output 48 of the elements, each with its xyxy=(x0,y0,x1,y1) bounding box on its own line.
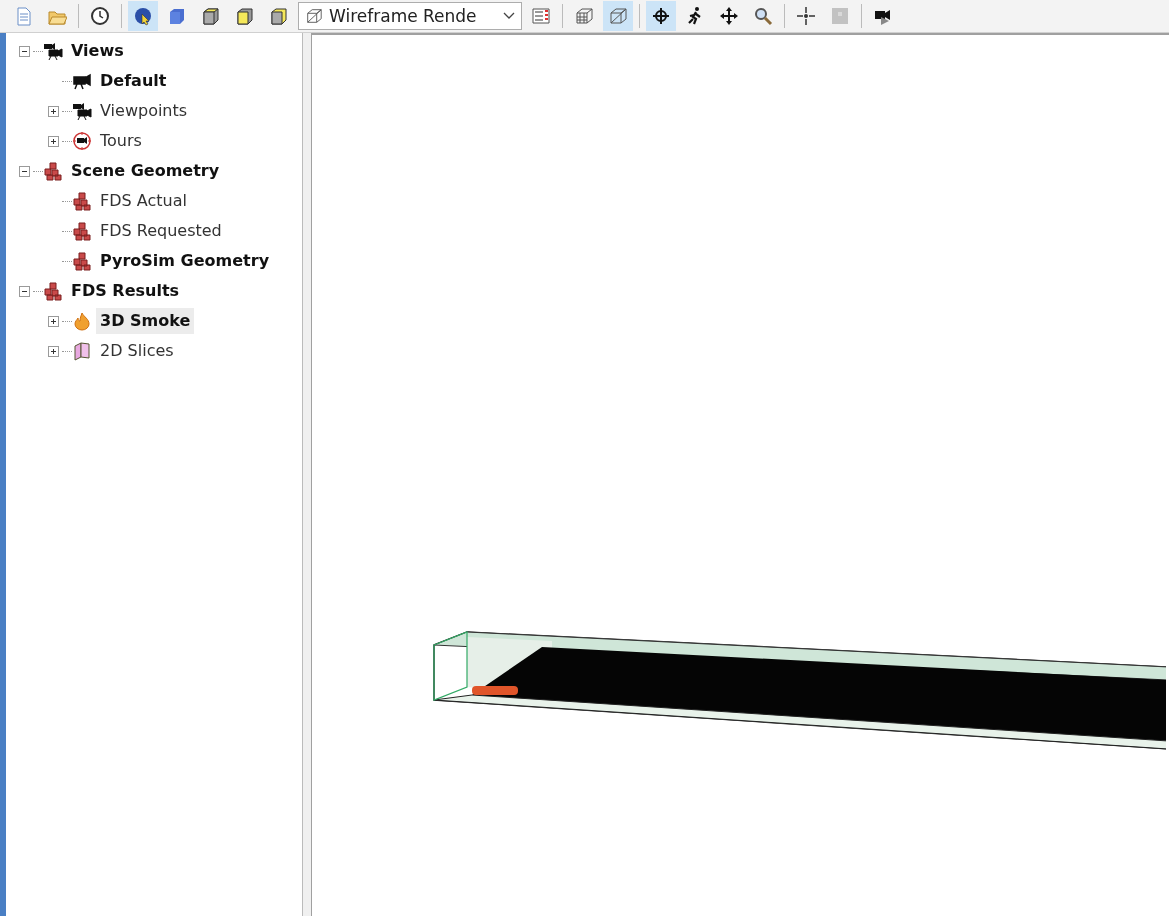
move-arrows-icon xyxy=(719,6,739,26)
expand-toggle[interactable] xyxy=(48,135,59,147)
blocks-icon xyxy=(72,221,92,241)
cube-icon xyxy=(269,6,289,26)
tree-item[interactable]: 2D Slices xyxy=(96,338,178,364)
tree-item[interactable]: Default xyxy=(96,68,171,94)
collapse-toggle[interactable] xyxy=(19,285,30,297)
tree-item[interactable]: 3D Smoke xyxy=(96,308,195,334)
cube-icon xyxy=(201,6,221,26)
square-icon xyxy=(830,6,850,26)
cube-icon xyxy=(235,6,255,26)
chevron-down-icon xyxy=(503,12,515,20)
expand-toggle[interactable] xyxy=(48,105,59,117)
flame-icon xyxy=(72,311,92,331)
crosshair-icon xyxy=(796,6,816,26)
orbit-icon xyxy=(651,6,671,26)
clock-icon xyxy=(90,6,110,26)
tree-item[interactable]: Views xyxy=(67,38,128,64)
expand-toggle[interactable] xyxy=(48,315,59,327)
cube-icon xyxy=(167,6,187,26)
magnifier-icon xyxy=(753,6,773,26)
wireframe-cube-icon xyxy=(608,6,628,26)
expand-toggle[interactable] xyxy=(48,345,59,357)
tree-item[interactable]: FDS Requested xyxy=(96,218,226,244)
blocks-icon xyxy=(72,191,92,211)
cameras-icon xyxy=(43,41,63,61)
slices-icon xyxy=(72,341,92,361)
tree-item[interactable]: FDS Results xyxy=(67,278,184,304)
tree-item[interactable]: Scene Geometry xyxy=(67,158,224,184)
3d-viewport[interactable] xyxy=(312,33,1169,916)
tree-item[interactable]: PyroSim Geometry xyxy=(96,248,274,274)
cameras-icon xyxy=(72,101,92,121)
wireframe-cube-icon xyxy=(305,7,323,25)
list-icon xyxy=(531,6,551,26)
collapse-toggle[interactable] xyxy=(19,45,30,57)
pointer-icon xyxy=(133,6,153,26)
camera-target-icon xyxy=(72,131,92,151)
tree-item[interactable]: FDS Actual xyxy=(96,188,191,214)
blocks-icon xyxy=(72,251,92,271)
collapse-toggle[interactable] xyxy=(19,165,30,177)
tree-item[interactable]: Tours xyxy=(96,128,146,154)
camera-icon xyxy=(72,71,92,91)
tree-item[interactable]: Viewpoints xyxy=(96,98,192,124)
blocks-icon xyxy=(43,281,63,301)
toolbar-button[interactable] xyxy=(646,1,676,31)
blocks-icon xyxy=(43,161,63,181)
render-mode-dropdown[interactable]: Wireframe Rende xyxy=(298,2,522,30)
grid-cube-icon xyxy=(574,6,594,26)
